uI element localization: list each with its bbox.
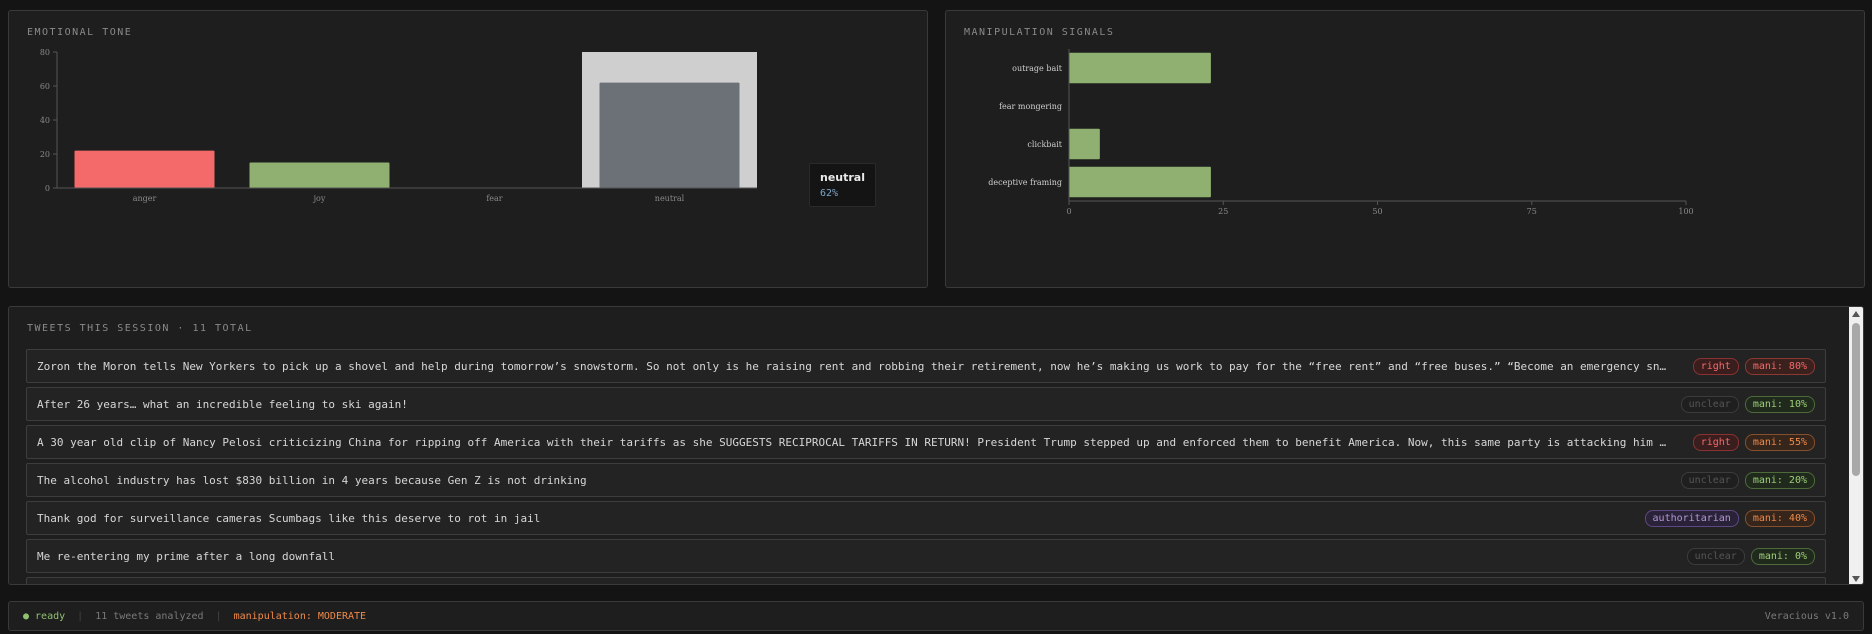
scroll-thumb[interactable] [1852, 323, 1860, 476]
tooltip-value: 62% [820, 188, 839, 199]
tweet-row[interactable]: After 26 years… what an incredible feeli… [26, 387, 1826, 421]
y-tick-label: 40 [40, 116, 50, 125]
status-bar: ● ready | 11 tweets analyzed | manipulat… [8, 601, 1864, 631]
lean-badge: right [1692, 357, 1739, 375]
bar-neutral [599, 82, 740, 188]
scroll-up-arrow-icon[interactable] [1852, 311, 1860, 317]
manipulation-badge: mani: 80% [1744, 357, 1815, 375]
y-tick-label: 80 [40, 48, 50, 57]
manipulation-badge: mani: 55% [1744, 433, 1815, 451]
bar-joy [249, 162, 390, 188]
emotional-tone-chart[interactable]: anger joy fear neutral 0 20 40 60 80 [9, 11, 927, 287]
manipulation-signals-panel: MANIPULATION SIGNALS outrage bait fear mo… [945, 10, 1865, 288]
x-tick-label: joy [313, 194, 326, 203]
tweets-analyzed-count: 11 tweets analyzed [95, 611, 204, 622]
manipulation-badge: mani: 0% [1750, 547, 1815, 565]
x-tick-label: anger [133, 194, 157, 203]
tweet-row[interactable]: Zoron the Moron tells New Yorkers to pic… [26, 349, 1826, 383]
chart-tooltip: neutral 62% [809, 163, 876, 207]
tweets-title: TWEETS THIS SESSION · 11 TOTAL [27, 323, 253, 334]
manipulation-badge: mani: 10% [1744, 395, 1815, 413]
manipulation-badge: mani: 40% [1744, 509, 1815, 527]
status-divider: | [77, 611, 84, 622]
tweet-text: A 30 year old clip of Nancy Pelosi criti… [37, 435, 1687, 449]
tweets-panel: TWEETS THIS SESSION · 11 TOTAL Zoron the… [8, 306, 1864, 585]
x-tick-label: fear [486, 194, 502, 203]
bar-anger [74, 150, 215, 188]
y-tick-label: deceptive framing [988, 178, 1062, 187]
y-tick-label: outrage bait [1012, 64, 1063, 73]
bar-outrage-bait [1069, 52, 1211, 84]
x-tick-label: 25 [1218, 207, 1228, 216]
x-tick-label: 75 [1527, 207, 1537, 216]
tweet-row[interactable]: Thank god for surveillance cameras Scumb… [26, 501, 1826, 535]
x-tick-label: 100 [1678, 207, 1693, 216]
tweet-text: Thank god for surveillance cameras Scumb… [37, 511, 541, 525]
y-tick-label: 60 [40, 82, 50, 91]
bar-deceptive-framing [1069, 166, 1211, 198]
y-tick-label: fear mongering [999, 102, 1062, 111]
lean-badge: unclear [1680, 471, 1739, 489]
manipulation-badge: mani: 20% [1744, 471, 1815, 489]
tweet-text: The alcohol industry has lost $830 billi… [37, 473, 587, 487]
tweet-list: Zoron the Moron tells New Yorkers to pic… [26, 349, 1826, 584]
tweet-text: After 26 years… what an incredible feeli… [37, 397, 408, 411]
tweet-row[interactable]: A 30 year old clip of Nancy Pelosi criti… [26, 425, 1826, 459]
lean-badge: unclear [1680, 395, 1739, 413]
tweet-row[interactable]: Me re-entering my prime after a long dow… [26, 539, 1826, 573]
y-tick-label: 20 [40, 150, 50, 159]
manipulation-signals-chart[interactable]: outrage bait fear mongering clickbait decep… [946, 11, 1864, 287]
x-tick-label: 50 [1372, 207, 1382, 216]
tooltip-label: neutral [820, 171, 865, 184]
y-tick-label: 0 [45, 184, 50, 193]
y-tick-label: clickbait [1027, 140, 1062, 149]
status-divider: | [215, 611, 222, 622]
tweet-text: Zoron the Moron tells New Yorkers to pic… [37, 359, 1687, 373]
emotional-tone-panel: EMOTIONAL TONE anger joy fear neutral 0 20 40 6… [8, 10, 928, 288]
tweet-list-scrollbar[interactable] [1849, 307, 1863, 584]
lean-badge: right [1692, 433, 1739, 451]
scroll-down-arrow-icon[interactable] [1852, 576, 1860, 582]
tweet-row[interactable]: The alcohol industry has lost $830 billi… [26, 463, 1826, 497]
manipulation-level: manipulation: MODERATE [233, 611, 367, 622]
lean-badge: unclear [1686, 547, 1745, 565]
tweet-text: Me re-entering my prime after a long dow… [37, 549, 336, 563]
app-version: Veracious v1.0 [1764, 611, 1849, 622]
tweet-row[interactable] [26, 577, 1826, 584]
lean-badge: authoritarian [1644, 509, 1739, 527]
x-tick-label: 0 [1066, 207, 1071, 216]
x-tick-label: neutral [655, 194, 685, 203]
bar-clickbait [1069, 128, 1100, 160]
status-ready: ● ready [23, 611, 66, 622]
